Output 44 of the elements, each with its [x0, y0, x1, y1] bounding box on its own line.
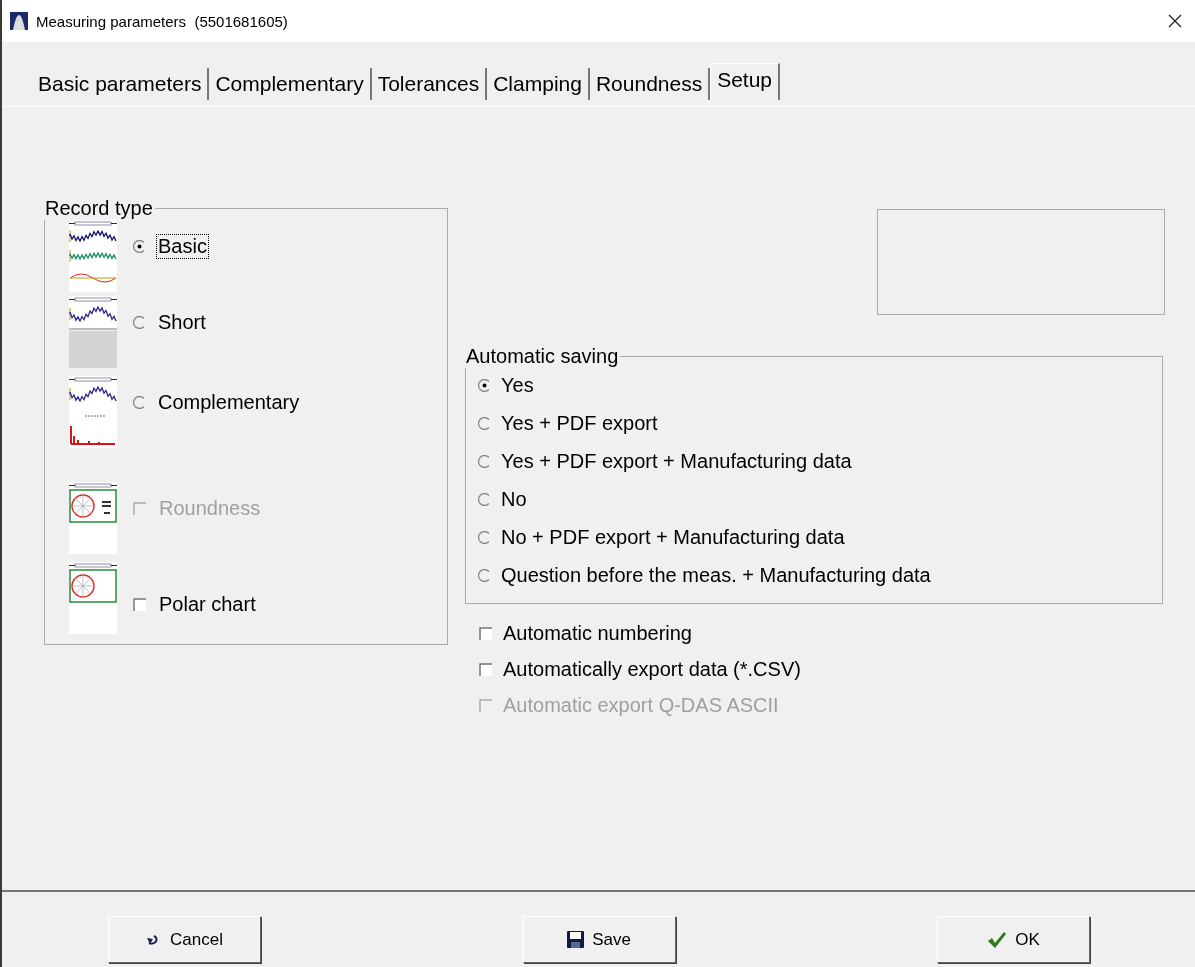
checkbox[interactable]: [479, 662, 493, 677]
option-label: Yes + PDF export: [501, 412, 658, 435]
option-label: Yes: [501, 374, 534, 397]
chart-thumbnail-icon: [69, 562, 117, 634]
save-button[interactable]: Save: [522, 916, 676, 963]
chart-thumbnail-icon: [69, 482, 117, 554]
chart-thumbnail-icon: [69, 376, 117, 448]
option-label: Automatically export data (*.CSV): [503, 658, 801, 681]
option-label: No: [501, 488, 527, 511]
checkmark-icon: [987, 930, 1008, 949]
radio-button[interactable]: [478, 379, 491, 392]
option-label: Complementary: [157, 390, 301, 415]
option-label: Automatic numbering: [503, 622, 692, 645]
radio-button[interactable]: [478, 455, 491, 468]
chart-thumbnail-icon: [69, 220, 117, 292]
radio-button[interactable]: [133, 240, 146, 253]
radio-button[interactable]: [478, 569, 491, 582]
radio-button[interactable]: [478, 493, 491, 506]
ok-button[interactable]: OK: [937, 916, 1090, 963]
app-icon: [10, 12, 28, 30]
option-label: Roundness: [158, 496, 262, 521]
option-label: Automatic export Q-DAS ASCII: [503, 694, 779, 717]
radio-button[interactable]: [133, 396, 146, 409]
cancel-button[interactable]: Cancel: [108, 916, 261, 963]
option-label: Yes + PDF export + Manufacturing data: [501, 450, 852, 473]
tab[interactable]: Tolerances: [371, 68, 488, 100]
radio-button[interactable]: [478, 417, 491, 430]
tab[interactable]: Clamping: [487, 68, 590, 100]
tab[interactable]: Basic parameters: [32, 68, 210, 100]
chart-thumbnail-icon: [69, 296, 117, 368]
radio-button[interactable]: [478, 531, 491, 544]
option-label: Polar chart: [158, 592, 257, 617]
option-label: Basic: [156, 234, 209, 259]
radio-button[interactable]: [133, 316, 146, 329]
group-title: Record type: [44, 197, 154, 220]
window-title: Measuring parameters (5501681605): [36, 12, 289, 30]
tab[interactable]: Setup: [710, 63, 781, 100]
option-label: Question before the meas. + Manufacturing data: [501, 564, 931, 587]
checkbox[interactable]: [133, 597, 147, 612]
option-label: No + PDF export + Manufacturing data: [501, 526, 845, 549]
tab[interactable]: Complementary: [209, 68, 372, 100]
group-title: Automatic saving: [465, 345, 620, 368]
option-label: Short: [157, 310, 207, 335]
checkbox[interactable]: [479, 626, 493, 641]
